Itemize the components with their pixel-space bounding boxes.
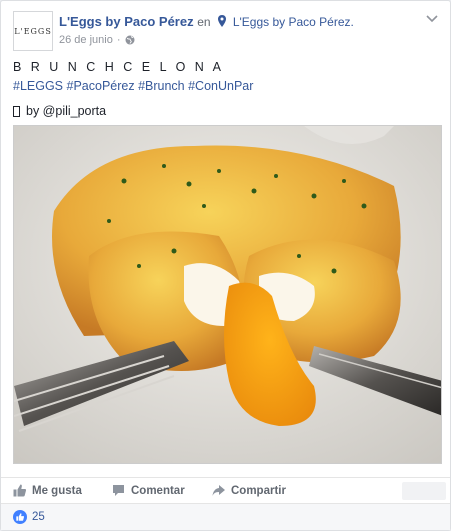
post-title-text: B R U N C H C E L O N A (13, 60, 224, 74)
post-photo[interactable] (13, 125, 442, 464)
post-text: B R U N C H C E L O N A #LEGGS #PacoPére… (13, 58, 438, 121)
location-link[interactable]: L'Eggs by Paco Pérez. (233, 15, 354, 29)
hashtag-links[interactable]: #LEGGS #PacoPérez #Brunch #ConUnPar (13, 77, 438, 96)
reaction-count[interactable]: 25 (32, 511, 45, 523)
comment-label: Comentar (131, 484, 185, 497)
chevron-down-icon[interactable] (426, 15, 438, 23)
share-arrow-icon (212, 485, 225, 496)
avatar-logo-text: L'EGGS (14, 26, 52, 36)
like-label: Me gusta (32, 484, 82, 497)
post-date[interactable]: 26 de junio (59, 34, 113, 46)
page-selector[interactable] (402, 482, 446, 500)
comment-button[interactable]: Comentar (112, 484, 185, 497)
comment-icon (113, 485, 124, 496)
reactions-summary[interactable]: 25 (1, 503, 450, 530)
emoji-placeholder-icon (13, 106, 20, 117)
post-meta: 26 de junio · (59, 34, 135, 46)
like-button[interactable]: Me gusta (13, 484, 82, 497)
connector-text: en (197, 15, 211, 29)
post-card: L'EGGS L'Eggs by Paco Pérez en L'Eggs by… (0, 0, 451, 531)
share-button[interactable]: Compartir (212, 484, 286, 497)
post-header: L'EGGS L'Eggs by Paco Pérez en L'Eggs by… (13, 11, 438, 51)
globe-icon[interactable] (125, 35, 135, 45)
location-pin-icon (218, 15, 227, 27)
food-photo-illustration (14, 126, 441, 463)
credit-line: by @pili_porta (13, 102, 438, 121)
thumbs-up-icon (13, 484, 26, 497)
credit-text: by @pili_porta (26, 104, 107, 118)
like-reaction-icon (13, 510, 27, 524)
meta-separator: · (116, 34, 121, 46)
page-name-link[interactable]: L'Eggs by Paco Pérez (59, 14, 194, 29)
post-actions-bar: Me gusta Comentar Compartir (1, 477, 450, 503)
page-avatar[interactable]: L'EGGS (13, 11, 53, 51)
post-title-line: L'Eggs by Paco Pérez en L'Eggs by Paco P… (59, 14, 354, 29)
share-label: Compartir (231, 484, 286, 497)
